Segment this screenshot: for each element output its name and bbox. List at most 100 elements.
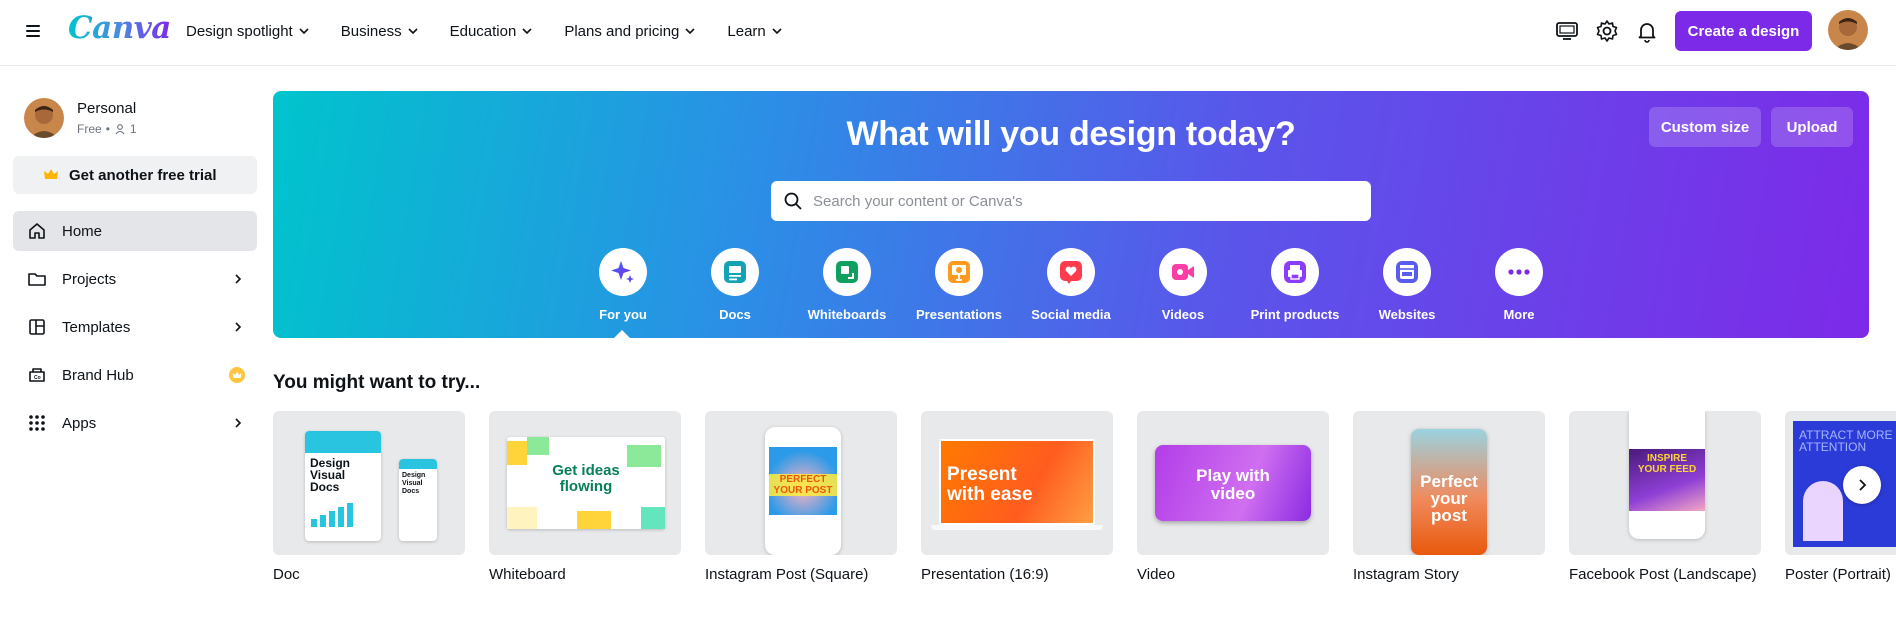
category-label: Videos [1161, 307, 1205, 322]
sidebar-item-label: Projects [62, 270, 117, 288]
menu-icon[interactable] [22, 20, 44, 42]
sidebar-item-label: Home [62, 222, 103, 240]
design-card-whiteboard[interactable]: Get ideas flowing Whiteboard [489, 411, 681, 583]
design-card-video[interactable]: Play with video Video [1137, 411, 1329, 583]
category-print-products[interactable]: Print products [1240, 248, 1350, 322]
whiteboard-preview-text: Get ideas flowing [552, 462, 620, 495]
category-videos[interactable]: Videos [1128, 248, 1238, 322]
canva-logo[interactable]: Canva [68, 10, 171, 46]
gear-icon[interactable] [1594, 18, 1620, 44]
category-whiteboards[interactable]: Whiteboards [792, 248, 902, 322]
poster-preview-text: ATTRACT MORE ATTENTION [1799, 428, 1893, 454]
upload-button[interactable]: Upload [1771, 107, 1853, 147]
sidebar-item-home[interactable]: Home [13, 211, 257, 251]
chevron-down-icon [772, 28, 782, 35]
sidebar-item-projects[interactable]: Projects [13, 259, 257, 299]
website-icon [1396, 261, 1418, 283]
card-label: Facebook Post (Landscape) [1569, 566, 1757, 583]
design-card-facebook-post[interactable]: INSPIRE YOUR FEED Facebook Post (Landsca… [1569, 411, 1761, 583]
doc-page-large: Design Visual Docs [305, 431, 381, 541]
nav-education[interactable]: Education [436, 15, 547, 48]
category-for-you[interactable]: For you [568, 248, 678, 322]
card-label: Instagram Post (Square) [705, 566, 869, 583]
create-design-button[interactable]: Create a design [1675, 11, 1812, 51]
category-more[interactable]: More [1464, 248, 1574, 322]
category-label: More [1503, 307, 1535, 322]
design-card-doc[interactable]: Design Visual Docs Design Visual Docs Do… [273, 411, 465, 583]
search-input[interactable] [813, 192, 1353, 210]
card-label: Video [1137, 566, 1176, 583]
sparkle-icon [611, 261, 634, 283]
nav-learn[interactable]: Learn [713, 15, 795, 48]
design-card-instagram-post[interactable]: PERFECT YOUR POST Instagram Post (Square… [705, 411, 897, 583]
premium-badge [229, 367, 245, 383]
category-label: Presentations [916, 307, 1002, 322]
sidebar-item-label: Brand Hub [62, 366, 134, 384]
doc-page-small: Design Visual Docs [399, 459, 437, 541]
chevron-right-icon [235, 274, 242, 284]
card-thumbnail: Design Visual Docs Design Visual Docs [273, 411, 465, 555]
nav-label: Business [340, 22, 402, 40]
suggestions-title: You might want to try... [273, 372, 481, 393]
top-bar: Canva Design spotlight Business Educatio… [0, 0, 1896, 66]
overflow-clip: ATTRACT MORE ATTENTION Poster (Portrait) [1783, 411, 1896, 633]
nav-design-spotlight[interactable]: Design spotlight [172, 15, 323, 48]
category-label: Whiteboards [807, 307, 887, 322]
category-websites[interactable]: Websites [1352, 248, 1462, 322]
card-label: Doc [273, 566, 300, 583]
account-switcher[interactable]: Personal Free • 1 [24, 98, 244, 144]
presentation-screen: Present with ease [939, 439, 1095, 525]
nav-label: Design spotlight [186, 22, 293, 40]
brand-hub-icon: Co [29, 368, 45, 382]
sidebar-item-apps[interactable]: Apps [13, 403, 257, 443]
design-card-presentation[interactable]: Present with ease Presentation (16:9) [921, 411, 1113, 583]
card-thumbnail: Present with ease [921, 411, 1113, 555]
sidebar-item-brand-hub[interactable]: Co Brand Hub [13, 355, 257, 395]
category-docs[interactable]: Docs [680, 248, 790, 322]
bell-icon[interactable] [1634, 18, 1660, 44]
separator-dot: • [105, 122, 110, 136]
nav-plans-pricing[interactable]: Plans and pricing [550, 15, 709, 48]
plan-label: Free [77, 122, 102, 136]
folder-icon [28, 273, 46, 286]
design-card-poster[interactable]: ATTRACT MORE ATTENTION Poster (Portrait) [1785, 411, 1896, 583]
category-presentations[interactable]: Presentations [904, 248, 1014, 322]
desktop-app-icon[interactable] [1554, 18, 1580, 44]
member-count: 1 [129, 122, 137, 136]
heart-icon [1060, 261, 1082, 284]
sidebar-item-label: Templates [62, 318, 131, 336]
account-name: Personal [77, 100, 137, 117]
nav-label: Learn [727, 22, 766, 40]
video-preview-text: Play with video [1196, 466, 1270, 503]
user-photo-icon [24, 98, 64, 138]
chevron-down-icon [685, 28, 695, 35]
sidebar-item-templates[interactable]: Templates [13, 307, 257, 347]
custom-size-button[interactable]: Custom size [1649, 107, 1761, 147]
avatar[interactable] [1828, 10, 1868, 50]
account-plan: Free • 1 [77, 122, 137, 136]
nav-label: Education [449, 22, 517, 40]
category-label: For you [599, 307, 647, 322]
user-photo-icon [1828, 10, 1868, 50]
design-card-instagram-story[interactable]: Perfect your post Instagram Story [1353, 411, 1545, 583]
card-thumbnail: Perfect your post [1353, 411, 1545, 555]
chevron-down-icon [408, 28, 418, 35]
nav-label: Plans and pricing [564, 22, 680, 40]
facebook-preview-text: INSPIRE YOUR FEED [1637, 453, 1697, 475]
category-social-media[interactable]: Social media [1016, 248, 1126, 322]
insta-preview-text: PERFECT YOUR POST [769, 474, 837, 496]
templates-icon [29, 319, 45, 335]
chevron-right-icon [235, 322, 242, 332]
nav-business[interactable]: Business [327, 15, 432, 48]
card-thumbnail: INSPIRE YOUR FEED [1569, 411, 1761, 555]
carousel-next-button[interactable] [1843, 466, 1881, 504]
home-icon [29, 223, 45, 239]
card-label: Poster (Portrait) [1785, 566, 1891, 583]
sidebar: Personal Free • 1 Get another free trial… [0, 66, 270, 633]
free-trial-button[interactable]: Get another free trial [13, 156, 257, 194]
category-label: Social media [1031, 307, 1111, 322]
presentation-preview-text: Present with ease [947, 464, 1033, 505]
apps-grid-icon [29, 415, 45, 431]
category-label: Websites [1378, 307, 1436, 322]
chevron-right-icon [1859, 479, 1867, 491]
